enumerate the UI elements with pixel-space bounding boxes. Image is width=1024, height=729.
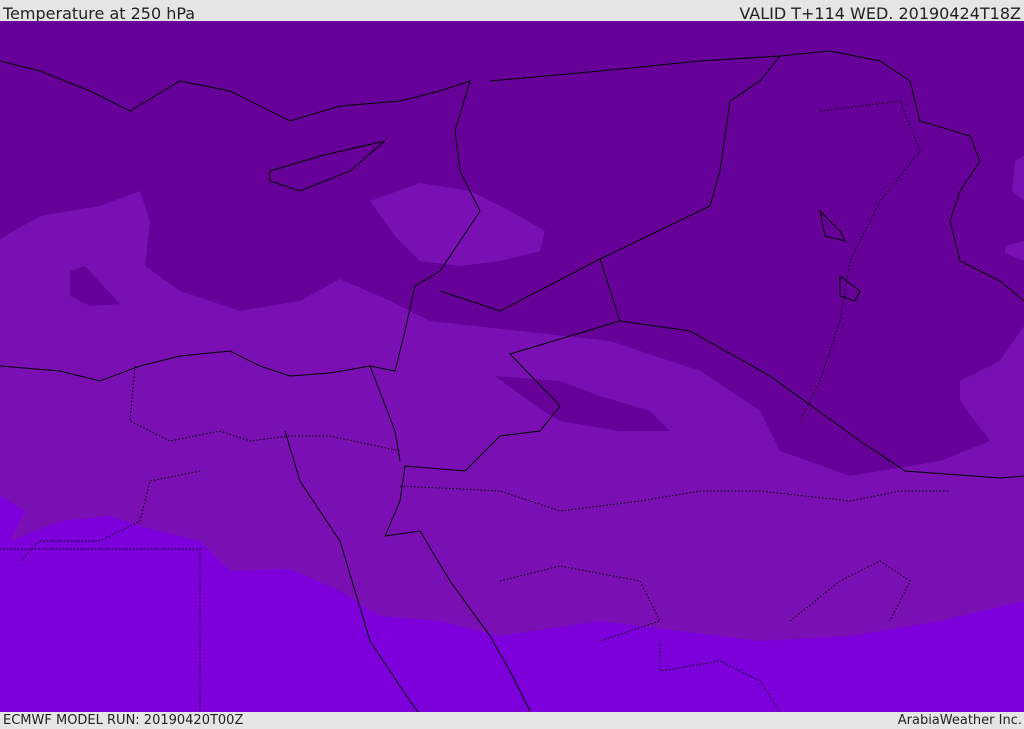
credit: ArabiaWeather Inc.: [897, 713, 1022, 728]
temperature-map: [0, 21, 1024, 712]
model-run: ECMWF MODEL RUN: 20190420T00Z: [3, 713, 244, 728]
